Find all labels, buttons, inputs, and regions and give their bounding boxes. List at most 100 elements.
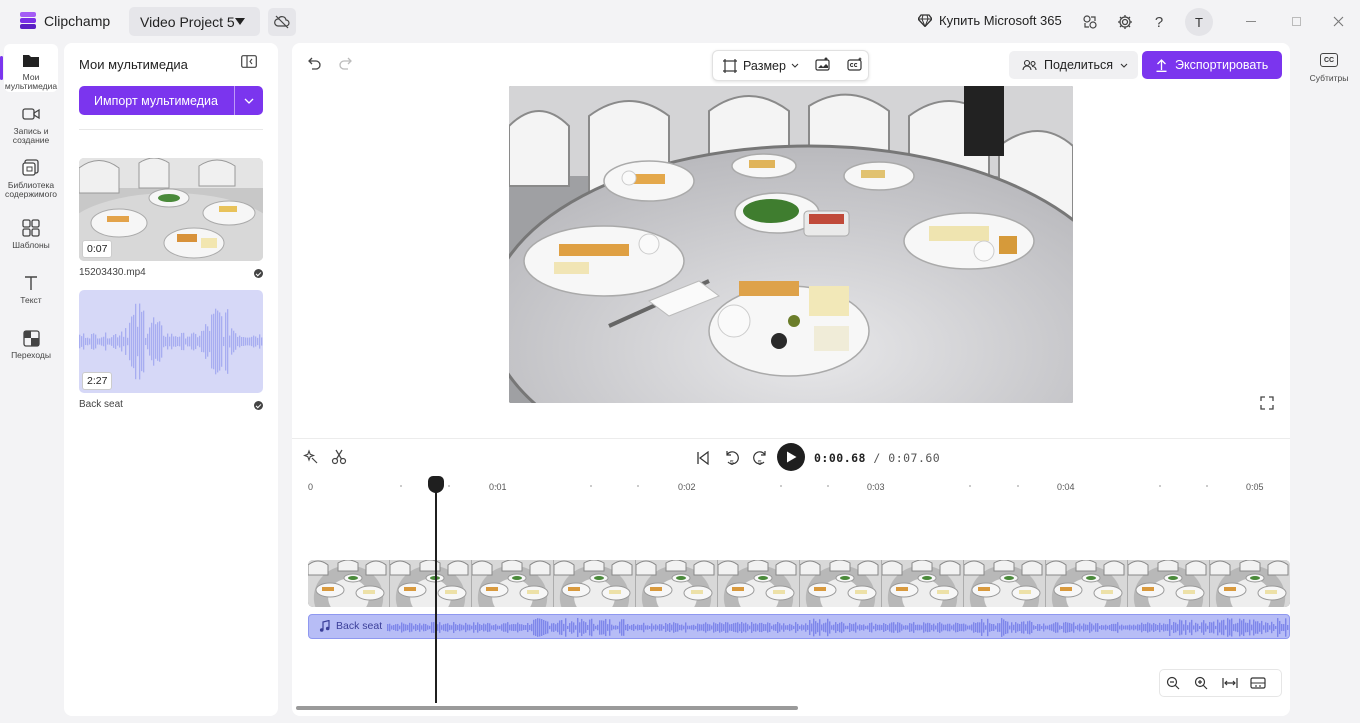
video-track-clip[interactable] bbox=[308, 560, 1290, 607]
media-thumbnail-audio[interactable]: 2:27 bbox=[79, 290, 263, 393]
collapse-panel-button[interactable] bbox=[241, 55, 257, 69]
media-thumbnail-video[interactable]: 0:07 bbox=[79, 158, 263, 261]
skip-to-start-button[interactable] bbox=[693, 449, 713, 467]
buy-microsoft-365-button[interactable]: Купить Microsoft 365 bbox=[918, 13, 1062, 28]
rail-item-label: Текст bbox=[20, 295, 42, 305]
video-frame-thumbnail bbox=[799, 560, 882, 607]
forward-5-icon: 5 bbox=[753, 451, 766, 467]
redo-icon bbox=[339, 57, 352, 70]
ruler-tick bbox=[400, 485, 403, 487]
captions-button[interactable] bbox=[847, 57, 863, 74]
settings-button[interactable] bbox=[1113, 10, 1137, 34]
rail-item-transitions[interactable]: Переходы bbox=[4, 328, 58, 360]
background-remover-button[interactable] bbox=[815, 57, 831, 74]
clipchamp-logo-icon bbox=[20, 12, 36, 30]
export-button[interactable]: Экспортировать bbox=[1142, 51, 1282, 79]
ruler-tick bbox=[969, 485, 972, 487]
zoom-in-button[interactable] bbox=[1190, 672, 1212, 694]
fullscreen-button[interactable] bbox=[1260, 396, 1275, 411]
ruler-label: 0:05 bbox=[1246, 482, 1264, 492]
restore-icon bbox=[1291, 16, 1301, 26]
zoom-in-icon bbox=[1194, 676, 1208, 690]
magic-tools-button[interactable] bbox=[302, 449, 321, 467]
rewind-5-button[interactable]: 5 bbox=[722, 449, 742, 467]
added-check-icon bbox=[254, 269, 263, 278]
timeline-divider bbox=[292, 438, 1290, 439]
ruler-label: 0 bbox=[308, 482, 314, 492]
panel-title: Мои мультимедиа bbox=[79, 57, 188, 72]
ruler-tick bbox=[447, 485, 450, 487]
caret-down-icon bbox=[235, 18, 245, 25]
skip-back-icon bbox=[697, 451, 709, 465]
share-button[interactable]: Поделиться bbox=[1009, 51, 1138, 79]
close-window-button[interactable] bbox=[1330, 13, 1346, 29]
video-preview[interactable] bbox=[509, 86, 1073, 403]
chevron-down-icon bbox=[244, 98, 254, 104]
zoom-out-button[interactable] bbox=[1162, 672, 1184, 694]
time-separator: / bbox=[873, 451, 889, 465]
redo-button[interactable] bbox=[338, 56, 356, 74]
video-frame-thumbnail bbox=[308, 560, 390, 607]
user-avatar[interactable]: T bbox=[1185, 8, 1213, 36]
camera-icon bbox=[21, 104, 41, 124]
upload-icon bbox=[1156, 58, 1167, 72]
rail-item-content-library[interactable]: Библиотека содержимого bbox=[4, 158, 58, 199]
rail-item-record-create[interactable]: Запись и создание bbox=[4, 104, 58, 145]
play-button[interactable] bbox=[777, 443, 805, 471]
scissors-icon bbox=[331, 449, 347, 465]
playhead-handle[interactable] bbox=[428, 476, 444, 493]
ruler-tick bbox=[637, 485, 640, 487]
video-frame-thumbnail bbox=[1209, 560, 1290, 607]
rail-item-label: Переходы bbox=[11, 350, 51, 360]
right-rail-subtitles[interactable]: CC Субтитры bbox=[1300, 53, 1358, 83]
audio-track-name: Back seat bbox=[336, 620, 383, 632]
split-button[interactable] bbox=[331, 449, 349, 467]
ruler-label: 0:01 bbox=[489, 482, 507, 492]
video-frame-thumbnail bbox=[471, 560, 554, 607]
playhead-line[interactable] bbox=[435, 487, 437, 703]
audio-track-clip[interactable]: Back seat bbox=[308, 614, 1290, 639]
rail-item-text[interactable]: Текст bbox=[4, 273, 58, 305]
ruler-tick bbox=[779, 485, 782, 487]
import-media-button[interactable]: Импорт мультимедиа bbox=[79, 86, 263, 115]
rail-item-label: Мои мультимедиа bbox=[4, 72, 58, 91]
panel-divider bbox=[79, 129, 263, 130]
timeline-layout-icon bbox=[1250, 677, 1266, 689]
size-button[interactable]: Размер bbox=[743, 59, 799, 73]
cloud-off-icon bbox=[274, 15, 290, 29]
ruler-tick bbox=[1158, 485, 1161, 487]
fit-timeline-button[interactable] bbox=[1219, 672, 1241, 694]
forward-5-button[interactable]: 5 bbox=[750, 449, 770, 467]
chevron-down-icon bbox=[791, 63, 799, 68]
duration-badge: 0:07 bbox=[82, 240, 113, 258]
minimize-button[interactable] bbox=[1243, 13, 1259, 29]
video-frame-thumbnail bbox=[389, 560, 472, 607]
ruler-label: 0:02 bbox=[678, 482, 696, 492]
library-icon bbox=[21, 158, 41, 178]
video-frame-thumbnail bbox=[1127, 560, 1210, 607]
templates-icon bbox=[21, 218, 41, 238]
time-display: 0:00.68 / 0:07.60 bbox=[814, 451, 940, 465]
rail-item-my-media[interactable]: Мои мультимедиа bbox=[4, 44, 58, 92]
rail-active-indicator bbox=[0, 56, 3, 80]
ruler-tick bbox=[1064, 485, 1066, 487]
cloud-sync-button[interactable] bbox=[268, 8, 296, 36]
zoom-out-icon bbox=[1166, 676, 1180, 690]
resize-icon bbox=[723, 58, 737, 73]
editor-area: Размер Поделиться Экспортировать 5 5 0:0… bbox=[292, 43, 1290, 716]
timeline-horizontal-scrollbar[interactable] bbox=[296, 706, 798, 710]
undo-button[interactable] bbox=[306, 56, 324, 74]
ruler-label: 0:04 bbox=[1057, 482, 1075, 492]
audio-track-label: Back seat bbox=[319, 620, 382, 632]
maximize-button[interactable] bbox=[1288, 13, 1304, 29]
rail-item-templates[interactable]: Шаблоны bbox=[4, 218, 58, 250]
app-logo: Clipchamp bbox=[20, 12, 110, 30]
connections-button[interactable] bbox=[1078, 10, 1102, 34]
video-frame-thumbnail bbox=[963, 560, 1046, 607]
timeline-view-button[interactable] bbox=[1247, 672, 1269, 694]
people-icon bbox=[1022, 59, 1037, 71]
import-options-dropdown[interactable] bbox=[235, 98, 263, 104]
help-button[interactable]: ? bbox=[1147, 10, 1171, 34]
project-title-dropdown[interactable]: Video Project 5 bbox=[129, 7, 260, 36]
top-bar: Clipchamp Video Project 5 Купить Microso… bbox=[0, 0, 1360, 44]
